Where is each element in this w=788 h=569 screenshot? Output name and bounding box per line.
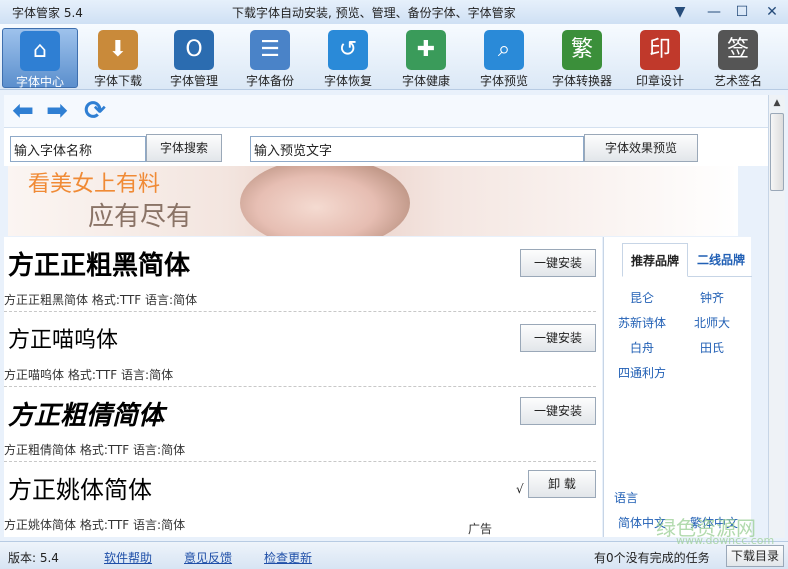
toolbar-label: 艺术签名 — [713, 74, 762, 88]
status-bar: 版本: 5.4 软件帮助 意见反馈 检查更新 有0个没有完成的任务 下载目录 — [0, 541, 788, 569]
toolbar-font-download[interactable]: ⬇ 字体下载 — [80, 28, 156, 88]
toolbar-label: 字体备份 — [245, 74, 294, 88]
font-list-item: 方正粗倩简体 方正粗倩简体 格式:TTF 语言:简体 一键安装 — [4, 387, 596, 462]
font-search-button[interactable]: 字体搜索 — [146, 134, 222, 162]
download-directory-button[interactable]: 下载目录 — [726, 545, 784, 567]
font-manage-icon: O — [174, 30, 214, 70]
font-name-input[interactable] — [10, 136, 146, 162]
brand-tabs: 推荐品牌 二线品牌 — [622, 243, 752, 277]
task-status: 有0个没有完成的任务 — [594, 551, 710, 565]
toolbar-label: 字体中心 — [15, 75, 64, 89]
nav-bar: ⬅ ➡ ⟳ — [4, 95, 768, 128]
seal-icon: 印 — [640, 30, 680, 70]
toolbar-font-restore[interactable]: ↺ 字体恢复 — [310, 28, 386, 88]
close-button[interactable]: ✕ — [760, 2, 784, 22]
check-update-link[interactable]: 检查更新 — [264, 549, 312, 566]
vertical-scrollbar[interactable]: ▲ — [768, 95, 785, 538]
back-arrow-icon[interactable]: ⬅ — [8, 97, 38, 125]
install-button[interactable]: 一键安装 — [520, 324, 596, 352]
install-button[interactable]: 一键安装 — [520, 249, 596, 277]
toolbar-font-backup[interactable]: ☰ 字体备份 — [232, 28, 308, 88]
main-toolbar: ⌂ 字体中心 ⬇ 字体下载 O 字体管理 ☰ 字体备份 ↺ 字体恢复 ✚ 字体健… — [0, 24, 788, 90]
download-box-icon: ⬇ — [98, 30, 138, 70]
install-button[interactable]: 一键安装 — [520, 397, 596, 425]
toolbar-label: 字体恢复 — [323, 74, 372, 88]
document-backup-icon: ☰ — [250, 30, 290, 70]
brand-link[interactable]: 钟齐 — [700, 289, 724, 306]
toolbar-font-health[interactable]: ✚ 字体健康 — [388, 28, 464, 88]
font-meta: 方正粗倩简体 格式:TTF 语言:简体 — [4, 443, 186, 457]
brand-link[interactable]: 北师大 — [694, 314, 730, 331]
scroll-thumb[interactable] — [770, 113, 784, 191]
banner-tagline: 应有尽有 — [88, 202, 193, 232]
banner-ad[interactable]: 看美女上有料 应有尽有 — [8, 166, 738, 236]
font-sample: 方正正粗黑简体 — [8, 251, 191, 281]
toolbar-font-manage[interactable]: O 字体管理 — [156, 28, 232, 88]
font-preview-button[interactable]: 字体效果预览 — [584, 134, 698, 162]
toolbar-label: 印章设计 — [635, 74, 684, 88]
app-title: 字体管家 5.4 — [12, 6, 83, 20]
menu-dropdown-button[interactable]: ▼ — [668, 2, 692, 22]
brand-link[interactable]: 昆仑 — [630, 289, 654, 306]
uninstall-button[interactable]: 卸 载 — [528, 470, 596, 498]
font-meta: 方正正粗黑简体 格式:TTF 语言:简体 — [4, 293, 198, 307]
toolbar-font-converter[interactable]: 繁 字体转换器 — [544, 28, 620, 88]
toolbar-art-signature[interactable]: 签 艺术签名 — [700, 28, 776, 88]
preview-text-input[interactable] — [250, 136, 584, 162]
brand-side-panel: 推荐品牌 二线品牌 昆仑 钟齐 苏新诗体 北师大 白舟 田氏 四通利方 语言 简… — [603, 237, 752, 537]
magnifier-icon: ⌕ — [484, 30, 524, 70]
home-icon: ⌂ — [20, 31, 60, 71]
toolbar-label: 字体转换器 — [551, 74, 612, 88]
brand-link[interactable]: 四通利方 — [618, 364, 666, 381]
search-bar: 字体搜索 字体效果预览 — [4, 128, 768, 166]
toolbar-font-preview[interactable]: ⌕ 字体预览 — [466, 28, 542, 88]
banner-headline: 看美女上有料 — [28, 172, 161, 197]
toolbar-seal-design[interactable]: 印 印章设计 — [622, 28, 698, 88]
brand-link[interactable]: 田氏 — [700, 339, 724, 356]
font-list-item: 方正正粗黑简体 方正正粗黑简体 格式:TTF 语言:简体 一键安装 — [4, 237, 596, 312]
font-meta: 方正姚体简体 格式:TTF 语言:简体 — [4, 518, 186, 532]
version-text: 版本: 5.4 — [8, 551, 59, 565]
maximize-button[interactable]: ☐ — [730, 2, 754, 22]
restore-icon: ↺ — [328, 30, 368, 70]
toolbar-label: 字体下载 — [93, 74, 142, 88]
minimize-button[interactable]: — — [702, 2, 726, 22]
app-subtitle: 下载字体自动安装, 预览、管理、备份字体、字体管家 — [232, 6, 516, 20]
health-kit-icon: ✚ — [406, 30, 446, 70]
installed-check-icon: √ — [516, 482, 524, 496]
converter-icon: 繁 — [562, 30, 602, 70]
forward-arrow-icon[interactable]: ➡ — [42, 97, 72, 125]
toolbar-font-center[interactable]: ⌂ 字体中心 — [2, 28, 78, 89]
brand-link[interactable]: 白舟 — [630, 339, 654, 356]
toolbar-label: 字体健康 — [401, 74, 450, 88]
language-heading: 语言 — [614, 491, 639, 505]
font-list: 方正正粗黑简体 方正正粗黑简体 格式:TTF 语言:简体 一键安装 方正喵呜体 … — [4, 237, 602, 537]
banner-photo — [240, 166, 410, 236]
ad-label: 广告 — [468, 522, 493, 536]
toolbar-label: 字体管理 — [169, 74, 218, 88]
font-sample: 方正喵呜体 — [8, 328, 119, 353]
toolbar-label: 字体预览 — [479, 74, 528, 88]
font-sample: 方正粗倩简体 — [8, 401, 165, 431]
font-sample: 方正姚体简体 — [8, 476, 152, 504]
help-link[interactable]: 软件帮助 — [104, 549, 152, 566]
font-meta: 方正喵呜体 格式:TTF 语言:简体 — [4, 368, 174, 382]
scroll-up-arrow-icon[interactable]: ▲ — [769, 95, 785, 111]
watermark-url: www.downcc.com — [676, 534, 775, 547]
feedback-link[interactable]: 意见反馈 — [184, 549, 232, 566]
refresh-icon[interactable]: ⟳ — [80, 97, 110, 125]
brand-link[interactable]: 苏新诗体 — [618, 314, 666, 331]
title-bar: 字体管家 5.4 下载字体自动安装, 预览、管理、备份字体、字体管家 ▼ — ☐… — [0, 0, 788, 24]
font-list-item: 方正姚体简体 方正姚体简体 格式:TTF 语言:简体 √ 卸 载 广告 — [4, 462, 596, 537]
tab-recommended-brands[interactable]: 推荐品牌 — [622, 243, 688, 277]
signature-icon: 签 — [718, 30, 758, 70]
tab-second-tier-brands[interactable]: 二线品牌 — [690, 243, 752, 277]
font-list-item: 方正喵呜体 方正喵呜体 格式:TTF 语言:简体 一键安装 — [4, 312, 596, 387]
